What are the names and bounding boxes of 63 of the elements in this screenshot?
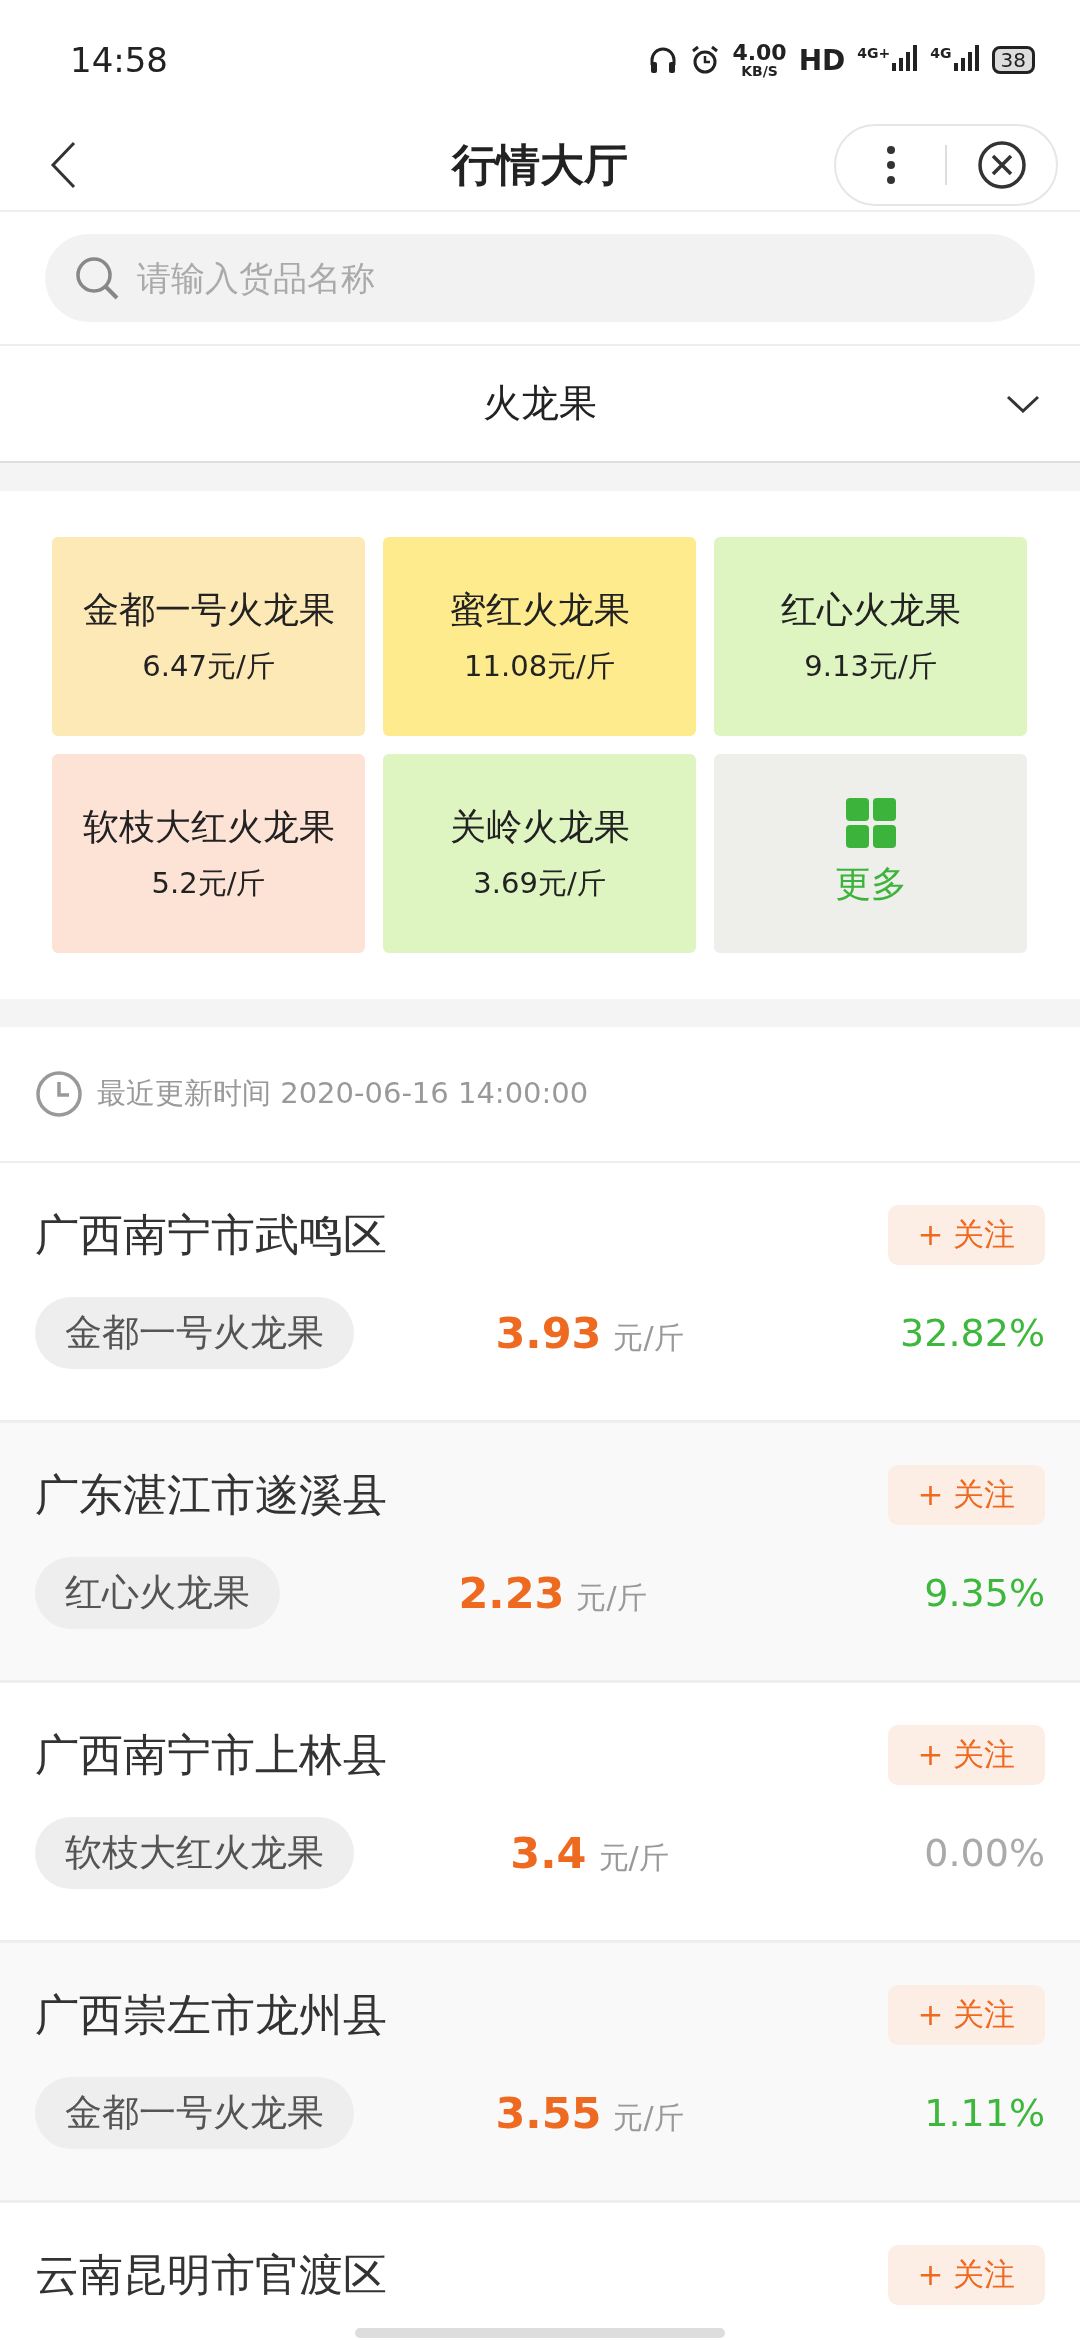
hd-indicator: HD — [798, 43, 846, 77]
variety-price: 11.08元/斤 — [464, 648, 615, 685]
clock-icon — [35, 1070, 83, 1118]
market-location: 广西南宁市武鸣区 — [35, 1207, 387, 1262]
variety-name: 金都一号火龙果 — [82, 588, 335, 632]
market-location: 广西崇左市龙州县 — [35, 1987, 387, 2042]
variety-name: 蜜红火龙果 — [449, 588, 630, 632]
market-row[interactable]: 广东湛江市遂溪县 + 关注 红心火龙果 2.23 元/斤 9.35% — [0, 1423, 1080, 1683]
price-unit: 元/斤 — [613, 2098, 684, 2137]
close-icon[interactable] — [976, 140, 1027, 190]
price-change: 1.11% — [923, 2091, 1045, 2135]
grid-icon — [845, 798, 896, 848]
chevron-down-icon — [1006, 394, 1040, 413]
variety-card[interactable]: 蜜红火龙果 11.08元/斤 — [383, 537, 696, 736]
variety-tag: 软枝大红火龙果 — [35, 1817, 354, 1889]
more-label: 更多 — [834, 862, 907, 906]
category-dropdown[interactable]: 火龙果 — [0, 344, 1080, 463]
variety-name: 红心火龙果 — [780, 588, 961, 632]
search-icon — [73, 254, 121, 302]
variety-price: 3.69元/斤 — [473, 865, 606, 902]
market-location: 云南昆明市官渡区 — [35, 2247, 387, 2302]
variety-card[interactable]: 软枝大红火龙果 5.2元/斤 — [52, 754, 365, 953]
market-row[interactable]: 广西崇左市龙州县 + 关注 金都一号火龙果 3.55 元/斤 1.11% — [0, 1943, 1080, 2203]
page-title: 行情大厅 — [452, 138, 628, 190]
search-field[interactable]: 请输入货品名称 — [45, 234, 1035, 322]
price-change: 32.82% — [899, 1311, 1045, 1355]
network-speed: 4.00 — [732, 42, 787, 64]
alarm-icon — [690, 45, 721, 75]
price-change: 9.35% — [923, 1571, 1045, 1615]
variety-card[interactable]: 金都一号火龙果 6.47元/斤 — [52, 537, 365, 736]
network-type: 4G — [930, 45, 952, 61]
update-time: 最近更新时间 2020-06-16 14:00:00 — [97, 1075, 589, 1112]
price-unit: 元/斤 — [598, 1838, 669, 1877]
price-unit: 元/斤 — [576, 1578, 647, 1617]
market-row[interactable]: 广西南宁市上林县 + 关注 软枝大红火龙果 3.4 元/斤 0.00% — [0, 1683, 1080, 1943]
market-price: 3.4 — [510, 1827, 587, 1878]
market-row[interactable]: 广西南宁市武鸣区 + 关注 金都一号火龙果 3.93 元/斤 32.82% — [0, 1163, 1080, 1423]
variety-tag: 红心火龙果 — [35, 1557, 280, 1629]
variety-card[interactable]: 关岭火龙果 3.69元/斤 — [383, 754, 696, 953]
variety-price: 6.47元/斤 — [142, 648, 275, 685]
market-price: 2.23 — [458, 1567, 565, 1618]
more-icon[interactable] — [885, 145, 896, 185]
market-price: 3.93 — [495, 1307, 602, 1358]
clock-time: 14:58 — [70, 40, 168, 80]
headphones-icon — [648, 45, 679, 75]
variety-card[interactable]: 红心火龙果 9.13元/斤 — [714, 537, 1027, 736]
variety-price: 5.2元/斤 — [151, 865, 266, 902]
variety-price: 9.13元/斤 — [804, 648, 937, 685]
price-change: 0.00% — [923, 1831, 1045, 1875]
battery-level: 38 — [991, 46, 1035, 74]
variety-tag: 金都一号火龙果 — [35, 2077, 354, 2149]
variety-tag: 金都一号火龙果 — [35, 1297, 354, 1369]
variety-name: 关岭火龙果 — [449, 805, 630, 849]
price-unit: 元/斤 — [613, 1318, 684, 1357]
network-type: 4G+ — [857, 45, 891, 61]
search-input[interactable]: 请输入货品名称 — [135, 257, 1007, 299]
market-location: 广西南宁市上林县 — [35, 1727, 387, 1782]
market-price: 3.55 — [495, 2087, 602, 2138]
speed-unit: KB/S — [741, 64, 778, 78]
category-value: 火龙果 — [483, 380, 597, 427]
back-icon[interactable] — [50, 141, 76, 189]
market-location: 广东湛江市遂溪县 — [35, 1467, 387, 1522]
variety-name: 软枝大红火龙果 — [82, 805, 335, 849]
